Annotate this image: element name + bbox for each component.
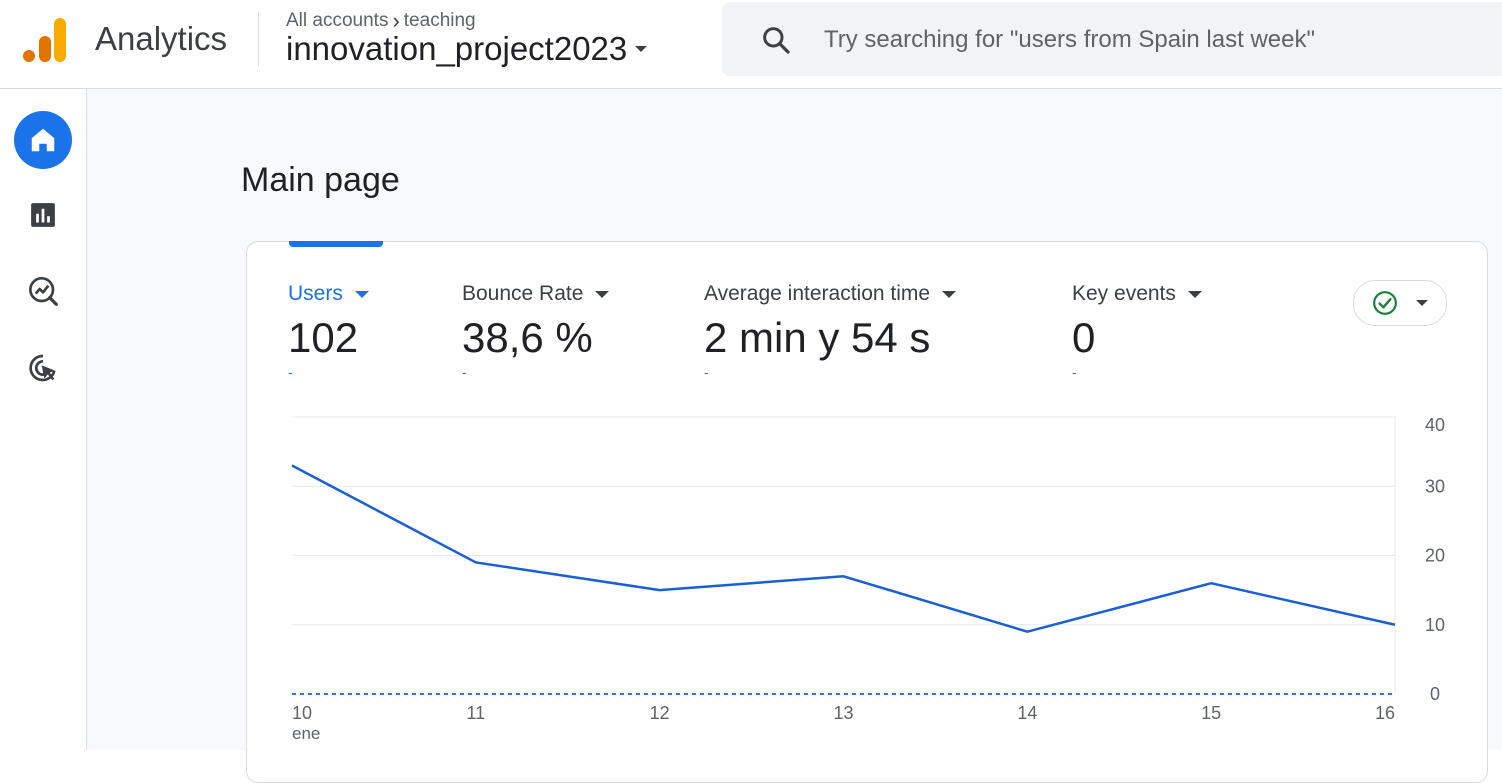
- metric-label-text: Bounce Rate: [462, 282, 584, 305]
- metric-label-text: Average interaction time: [704, 282, 931, 305]
- metric-label-text: Key events: [1072, 282, 1176, 305]
- breadcrumb-account[interactable]: All accounts: [286, 10, 388, 32]
- metric-value: 2 min y 54 s: [704, 314, 931, 361]
- analytics-logo[interactable]: [22, 16, 66, 64]
- x-tick-sublabel: ene: [292, 724, 320, 743]
- explore-icon: [29, 277, 58, 306]
- metric-label[interactable]: Key events: [1072, 282, 1202, 306]
- main-content: Main page Users 102 - Bounce Rate 38,6 %…: [87, 89, 1502, 783]
- metric-label[interactable]: Average interaction time: [704, 282, 957, 306]
- advertising-icon: [29, 354, 56, 382]
- metric-key-events[interactable]: Key events 0 -: [1072, 282, 1202, 380]
- metric-change: -: [704, 364, 709, 380]
- data-quality-status-button[interactable]: [1353, 280, 1447, 326]
- chevron-down-icon: [942, 290, 957, 298]
- home-icon: [31, 128, 55, 152]
- breadcrumb-folder[interactable]: teaching: [404, 10, 476, 32]
- users-line-chart: 40 30 20 10 0 10 11 12 13 14 15 16 ene: [291, 415, 1445, 743]
- nav-advertising[interactable]: [14, 339, 72, 397]
- metric-change: -: [462, 364, 467, 380]
- chevron-down-icon: [1187, 290, 1202, 298]
- metric-users[interactable]: Users 102 -: [288, 282, 369, 380]
- nav-reports[interactable]: [14, 186, 72, 244]
- property-name: innovation_project2023: [286, 30, 628, 67]
- page-title: Main page: [241, 161, 400, 199]
- metric-bounce-rate[interactable]: Bounce Rate 38,6 % -: [462, 282, 610, 380]
- overview-card: Users 102 - Bounce Rate 38,6 % - Average…: [246, 241, 1488, 783]
- users-series-line: [291, 464, 1396, 633]
- top-bar: Analytics All accounts › teaching innova…: [0, 0, 1502, 89]
- sidebar: [0, 89, 87, 750]
- y-tick-label: 30: [1425, 476, 1445, 496]
- app-name: Analytics: [95, 20, 228, 57]
- x-tick-label: 13: [833, 703, 853, 723]
- metric-label-text: Users: [288, 282, 343, 305]
- nav-home[interactable]: [14, 111, 72, 169]
- metric-value: 38,6 %: [462, 314, 593, 361]
- search-bar[interactable]: [722, 2, 1502, 76]
- bar-chart-icon: [31, 203, 55, 227]
- y-tick-label: 40: [1425, 415, 1445, 435]
- chevron-down-icon: [635, 46, 648, 52]
- search-icon[interactable]: [760, 24, 792, 56]
- metric-change: -: [1072, 364, 1077, 380]
- chevron-down-icon: [1416, 300, 1428, 306]
- chevron-down-icon: [595, 290, 610, 298]
- metric-label[interactable]: Bounce Rate: [462, 282, 610, 306]
- x-tick-label: 14: [1017, 703, 1037, 723]
- metric-value: 102: [288, 314, 359, 361]
- search-input[interactable]: [822, 20, 1466, 60]
- metric-label[interactable]: Users: [288, 282, 369, 306]
- x-tick-label: 16: [1375, 703, 1395, 723]
- x-tick-label: 11: [466, 703, 485, 723]
- x-tick-label: 10: [292, 703, 312, 723]
- metric-average-interaction-time[interactable]: Average interaction time 2 min y 54 s -: [704, 282, 957, 380]
- property-selector[interactable]: innovation_project2023: [286, 30, 648, 68]
- y-tick-label: 20: [1425, 546, 1445, 566]
- y-tick-label: 10: [1425, 615, 1445, 635]
- metric-value: 0: [1072, 314, 1096, 361]
- check-circle-icon: [1373, 291, 1397, 315]
- header-divider: [258, 12, 259, 66]
- y-tick-label: 0: [1430, 684, 1440, 704]
- x-tick-label: 12: [650, 703, 670, 723]
- metric-change: -: [288, 364, 293, 380]
- nav-explore[interactable]: [14, 262, 72, 320]
- chevron-down-icon: [354, 290, 369, 298]
- x-tick-label: 15: [1201, 703, 1221, 723]
- selected-tab-indicator: [289, 241, 383, 247]
